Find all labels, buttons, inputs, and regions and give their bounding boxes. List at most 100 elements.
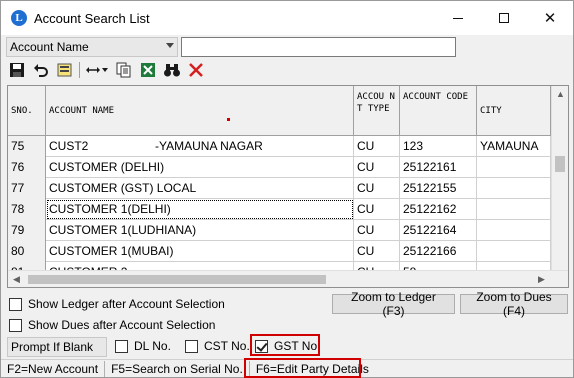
row-city xyxy=(477,199,551,220)
show-ledger-label: Show Ledger after Account Selection xyxy=(28,297,225,311)
vertical-scrollbar[interactable]: ▲ xyxy=(551,86,568,272)
row-account-type: CU xyxy=(354,220,400,241)
cst-no-label: CST No. xyxy=(204,339,250,353)
search-field-dropdown[interactable]: Account Name xyxy=(6,37,178,57)
search-input[interactable] xyxy=(181,37,456,57)
show-dues-label: Show Dues after Account Selection xyxy=(28,318,216,332)
find-button[interactable] xyxy=(162,60,182,80)
table-row[interactable]: 79 CUSTOMER 1(LUDHIANA) CU 25122164 xyxy=(8,220,551,241)
table-row-selected[interactable]: 78 CUSTOMER 1(DELHI) CU 25122162 xyxy=(8,199,551,220)
row-account-name: CUST2 -YAMAUNA NAGAR xyxy=(46,136,354,157)
status-new-account: F2=New Account xyxy=(1,360,106,377)
row-account-type: CU xyxy=(354,157,400,178)
save-button[interactable] xyxy=(7,60,27,80)
row-sno: 79 xyxy=(8,220,46,241)
column-width-icon xyxy=(86,67,108,73)
row-sno: 75 xyxy=(8,136,46,157)
row-city xyxy=(477,178,551,199)
row-account-code: 123 xyxy=(400,136,477,157)
chevron-down-icon xyxy=(166,43,174,48)
gst-no-highlight xyxy=(250,334,320,356)
row-city xyxy=(477,157,551,178)
title-bar: L Account Search List ✕ xyxy=(1,1,573,35)
minimize-button[interactable] xyxy=(435,1,481,35)
row-account-name: CUSTOMER 1(LUDHIANA) xyxy=(46,220,354,241)
accounts-grid[interactable]: SNO. ACCOUNT NAME ACCOU NT TYPE ACCOUNT … xyxy=(7,85,569,288)
column-header-account-code[interactable]: ACCOUNT CODE xyxy=(400,86,477,136)
delete-button[interactable] xyxy=(186,60,206,80)
table-row[interactable]: 75 CUST2 -YAMAUNA NAGAR CU 123 YAMAUNA xyxy=(8,136,551,157)
show-dues-checkbox[interactable] xyxy=(9,318,22,332)
cst-no-option[interactable]: CST No. xyxy=(185,339,250,353)
excel-button[interactable] xyxy=(138,60,158,80)
export-icon xyxy=(57,63,72,77)
row-account-code: 25122162 xyxy=(400,199,477,220)
column-header-account-name[interactable]: ACCOUNT NAME xyxy=(46,86,354,136)
undo-button[interactable] xyxy=(31,60,51,80)
close-icon: ✕ xyxy=(543,10,557,27)
zoom-to-dues-button[interactable]: Zoom to Dues (F4) xyxy=(460,290,568,318)
row-account-type: CU xyxy=(354,136,400,157)
row-sno: 80 xyxy=(8,241,46,262)
maximize-button[interactable] xyxy=(481,1,527,35)
row-account-code: 25122166 xyxy=(400,241,477,262)
column-header-city[interactable]: CITY xyxy=(477,86,551,136)
search-field-value: Account Name xyxy=(10,40,89,54)
row-city xyxy=(477,241,551,262)
show-dues-option[interactable]: Show Dues after Account Selection xyxy=(9,318,215,332)
close-button[interactable]: ✕ xyxy=(527,1,573,35)
row-sno: 78 xyxy=(8,199,46,220)
prompt-if-blank-field[interactable]: Prompt If Blank xyxy=(7,337,107,357)
excel-icon xyxy=(141,63,155,77)
row-sno: 76 xyxy=(8,157,46,178)
row-account-name: CUSTOMER 1(MUBAI) xyxy=(46,241,354,262)
row-account-code: 25122161 xyxy=(400,157,477,178)
zoom-to-ledger-button[interactable]: Zoom to Ledger (F3) xyxy=(332,290,455,318)
row-account-code: 25122155 xyxy=(400,178,477,199)
show-ledger-option[interactable]: Show Ledger after Account Selection xyxy=(9,297,225,311)
cst-no-checkbox[interactable] xyxy=(185,339,198,353)
horizontal-scroll-thumb[interactable] xyxy=(28,275,326,284)
column-header-account-type[interactable]: ACCOU NT TYPE xyxy=(354,86,400,136)
row-account-name: CUSTOMER (DELHI) xyxy=(46,157,354,178)
dl-no-checkbox[interactable] xyxy=(115,339,128,353)
save-icon xyxy=(10,63,24,77)
edit-party-highlight xyxy=(244,358,361,378)
dl-no-option[interactable]: DL No. xyxy=(115,339,171,353)
binoculars-icon xyxy=(164,64,180,77)
scroll-right-icon[interactable]: ▶ xyxy=(538,275,545,284)
maximize-icon xyxy=(499,13,509,23)
app-logo-icon: L xyxy=(11,10,27,26)
row-account-name: CUSTOMER 1(DELHI) xyxy=(46,199,354,220)
column-header-sno[interactable]: SNO. xyxy=(8,86,46,136)
table-row[interactable]: 80 CUSTOMER 1(MUBAI) CU 25122166 xyxy=(8,241,551,262)
row-sno: 77 xyxy=(8,178,46,199)
window-title: Account Search List xyxy=(34,11,150,26)
scroll-up-icon[interactable]: ▲ xyxy=(556,90,565,99)
show-ledger-checkbox[interactable] xyxy=(9,297,22,311)
row-account-type: CU xyxy=(354,178,400,199)
export-button[interactable] xyxy=(55,60,75,80)
status-search-serial: F5=Search on Serial No. xyxy=(105,360,250,377)
row-account-type: CU xyxy=(354,199,400,220)
dl-no-label: DL No. xyxy=(134,339,171,353)
copy-button[interactable] xyxy=(114,60,134,80)
row-account-name: CUSTOMER (GST) LOCAL xyxy=(46,178,354,199)
minimize-icon xyxy=(453,17,463,19)
row-city xyxy=(477,220,551,241)
horizontal-scrollbar[interactable]: ◀ ▶ xyxy=(8,270,568,287)
row-account-code: 25122164 xyxy=(400,220,477,241)
delete-icon xyxy=(189,63,203,77)
marker-dot xyxy=(227,118,230,121)
vertical-scroll-thumb[interactable] xyxy=(555,156,565,172)
scroll-left-icon[interactable]: ◀ xyxy=(13,275,20,284)
row-account-type: CU xyxy=(354,241,400,262)
table-row[interactable]: 77 CUSTOMER (GST) LOCAL CU 25122155 xyxy=(8,178,551,199)
copy-icon xyxy=(116,62,131,78)
grid-header: SNO. ACCOUNT NAME ACCOU NT TYPE ACCOUNT … xyxy=(8,86,551,136)
column-width-button[interactable] xyxy=(84,60,110,80)
table-row[interactable]: 76 CUSTOMER (DELHI) CU 25122161 xyxy=(8,157,551,178)
row-city: YAMAUNA xyxy=(477,136,551,157)
account-search-window: L Account Search List ✕ Account Name SNO… xyxy=(0,0,574,378)
toolbar xyxy=(7,60,210,80)
